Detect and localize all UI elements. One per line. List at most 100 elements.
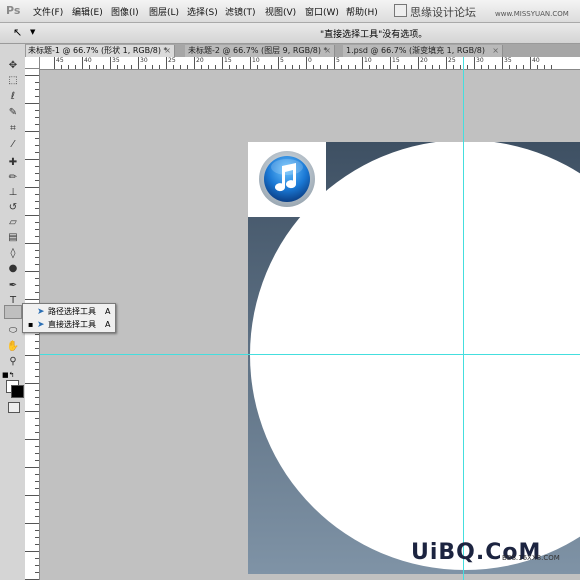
chevron-down-icon[interactable]: ▼ [30,28,35,36]
ruler-tick [25,131,39,132]
background-color-swatch[interactable] [11,385,24,398]
menu-image[interactable]: 图像(I) [111,5,139,18]
menu-edit[interactable]: 编辑(E) [72,5,103,18]
path-selection-tool-item[interactable]: ➤ 路径选择工具 A [23,305,115,318]
itunes-icon [259,151,315,207]
ruler-minor-tick [215,65,216,69]
menu-filter[interactable]: 滤镜(T) [225,5,256,18]
ruler-tick [35,474,39,475]
document-canvas[interactable] [248,142,580,574]
ruler-tick [35,530,39,531]
move-icon[interactable]: ✥ [6,60,20,72]
menu-view[interactable]: 视图(V) [265,5,296,18]
ruler-minor-tick [187,65,188,69]
ruler-minor-tick [159,65,160,69]
ruler-tick [35,145,39,146]
ruler-tick [35,250,39,251]
ruler-minor-tick [523,65,524,69]
ruler-tick [25,495,39,496]
ruler-tick [138,57,139,69]
ruler-minor-tick [229,65,230,69]
ruler-label: 5 [280,57,284,64]
ruler-label: 20 [420,57,428,64]
ruler-tick [502,57,503,69]
ruler-tick [25,299,39,300]
ruler-minor-tick [243,65,244,69]
stamp-icon[interactable]: ⊥ [6,187,20,199]
quick-select-icon[interactable]: ✎ [6,107,20,119]
close-icon[interactable]: × [164,45,171,57]
ruler-minor-tick [383,65,384,69]
ruler-tick [35,222,39,223]
tab-document-1[interactable]: 未标题-1 @ 66.7% (形状 1, RGB/8) * × [25,45,175,57]
ruler-minor-tick [61,65,62,69]
ruler-label: 25 [448,57,456,64]
ruler-minor-tick [320,65,321,69]
blur-icon[interactable]: ◊ [6,248,20,260]
eyedropper-icon[interactable]: ⁄ [6,139,20,151]
selected-bullet-icon: ▪ [28,320,34,329]
zoom-icon[interactable]: ⚲ [6,356,20,368]
bridge-icon[interactable] [394,4,407,17]
menu-select[interactable]: 选择(S) [187,5,218,18]
ruler-minor-tick [404,65,405,69]
ruler-minor-tick [460,65,461,69]
ruler-corner[interactable] [25,57,40,69]
ruler-label: 30 [476,57,484,64]
ruler-tick [35,516,39,517]
marquee-icon[interactable]: ⬚ [6,75,20,87]
ruler-label: 45 [56,57,64,64]
ruler-tick [35,173,39,174]
hand-icon[interactable]: ✋ [6,341,20,353]
ruler-tick [446,57,447,69]
close-icon[interactable]: × [324,45,331,57]
healing-icon[interactable]: ✚ [6,157,20,169]
menu-layer[interactable]: 图层(L) [149,5,179,18]
ruler-minor-tick [397,65,398,69]
close-icon[interactable]: × [492,45,499,57]
ruler-tick [25,355,39,356]
ruler-tick [35,264,39,265]
default-colors-icon[interactable]: ■↰ [2,371,14,379]
tab-document-3[interactable]: 1.psd @ 66.7% (渐变填充 1, RGB/8) × [343,45,503,57]
gradient-icon[interactable]: ▤ [6,232,20,244]
ruler-minor-tick [117,65,118,69]
menu-file[interactable]: 文件(F) [33,5,63,18]
ruler-tick [35,502,39,503]
quick-mask-icon[interactable] [8,402,20,413]
ruler-minor-tick [537,65,538,69]
eraser-icon[interactable]: ▱ [6,217,20,229]
direct-selection-tool-item[interactable]: ▪ ➤ 直接选择工具 A [23,318,115,331]
shortcut-key: A [105,307,111,316]
shortcut-key: A [105,320,111,329]
history-brush-icon[interactable]: ↺ [6,202,20,214]
ruler-tick [35,488,39,489]
ruler-tick [35,89,39,90]
selected-tool-highlight [4,305,22,319]
ruler-tick [35,124,39,125]
ruler-tick [35,285,39,286]
ruler-label: 40 [84,57,92,64]
ruler-tick [306,57,307,69]
ruler-minor-tick [516,65,517,69]
ruler-tick [278,57,279,69]
ruler-minor-tick [313,65,314,69]
menu-window[interactable]: 窗口(W) [305,5,339,18]
horizontal-ruler[interactable]: 45 40 35 30 25 20 15 10 5 0 5 10 15 20 25 30 35 40 [40,57,580,70]
direct-select-tool-icon[interactable]: ↖ [13,26,22,39]
guide-horizontal[interactable] [40,354,580,355]
guide-vertical[interactable] [463,57,464,580]
tab-document-2[interactable]: 未标题-2 @ 66.7% (图层 9, RGB/8) * × [185,45,335,57]
crop-icon[interactable]: ⌗ [6,123,20,135]
ruler-minor-tick [369,65,370,69]
brush-icon[interactable]: ✏ [6,172,20,184]
ruler-tick [530,57,531,69]
lasso-icon[interactable]: ℓ [6,91,20,103]
ruler-minor-tick [453,65,454,69]
pen-icon[interactable]: ✒ [6,280,20,292]
shape-icon[interactable]: ⬭ [6,325,20,337]
menu-help[interactable]: 帮助(H) [346,5,378,18]
ruler-minor-tick [145,65,146,69]
dodge-icon[interactable]: ● [6,263,20,275]
ruler-minor-tick [544,65,545,69]
